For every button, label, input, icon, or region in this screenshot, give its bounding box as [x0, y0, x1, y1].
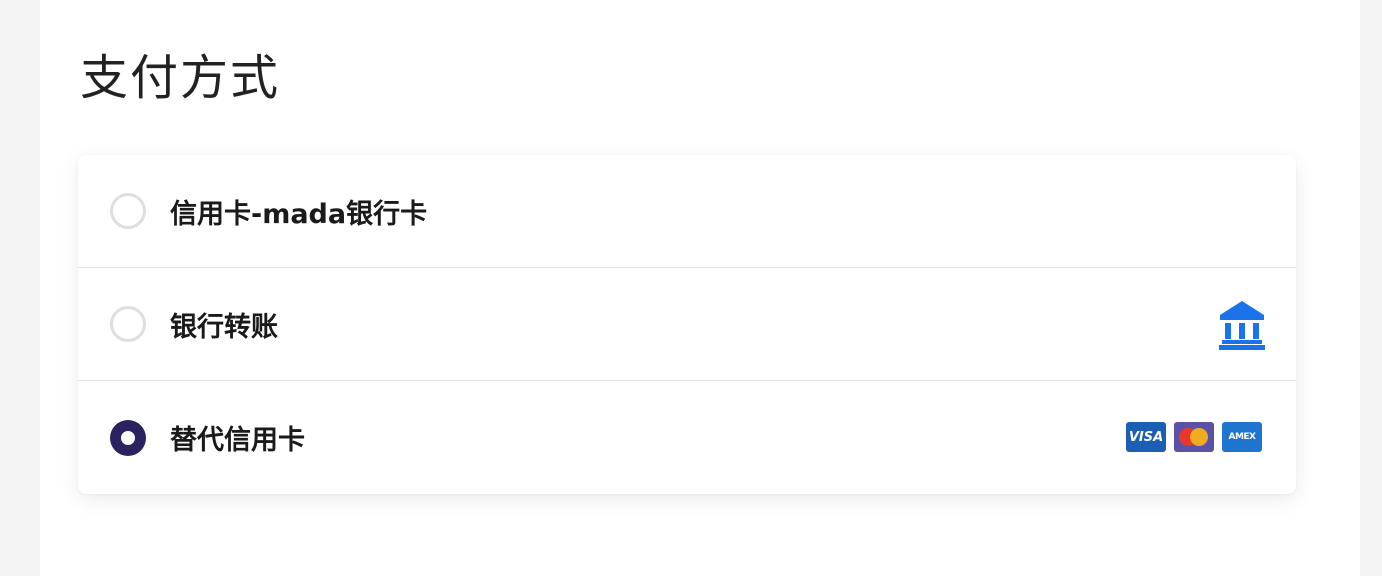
payment-option-credit-card-mada[interactable]: 信用卡-mada银行卡	[78, 155, 1296, 268]
payment-option-bank-transfer[interactable]: 银行转账	[78, 268, 1296, 381]
radio-credit-card-mada[interactable]	[110, 193, 146, 229]
payment-option-label: 银行转账	[170, 311, 278, 343]
payment-option-alternative-card[interactable]: 替代信用卡 VISA AMEX	[78, 381, 1296, 494]
radio-alternative-card[interactable]	[110, 419, 146, 456]
card-logos: VISA AMEX	[1126, 422, 1262, 452]
radio-bank-transfer[interactable]	[110, 306, 146, 342]
mastercard-icon	[1174, 422, 1214, 452]
page-title: 支付方式	[80, 50, 281, 106]
visa-icon: VISA	[1126, 422, 1166, 452]
payment-panel: 支付方式 信用卡-mada银行卡 银行转账 替代信用卡 VISA AMEX	[40, 0, 1360, 576]
payment-option-label: 信用卡-mada银行卡	[170, 198, 428, 230]
payment-option-label: 替代信用卡	[170, 425, 305, 456]
bank-icon	[1219, 301, 1265, 350]
payment-methods-list: 信用卡-mada银行卡 银行转账 替代信用卡 VISA AMEX	[78, 155, 1296, 494]
amex-icon: AMEX	[1222, 422, 1262, 452]
